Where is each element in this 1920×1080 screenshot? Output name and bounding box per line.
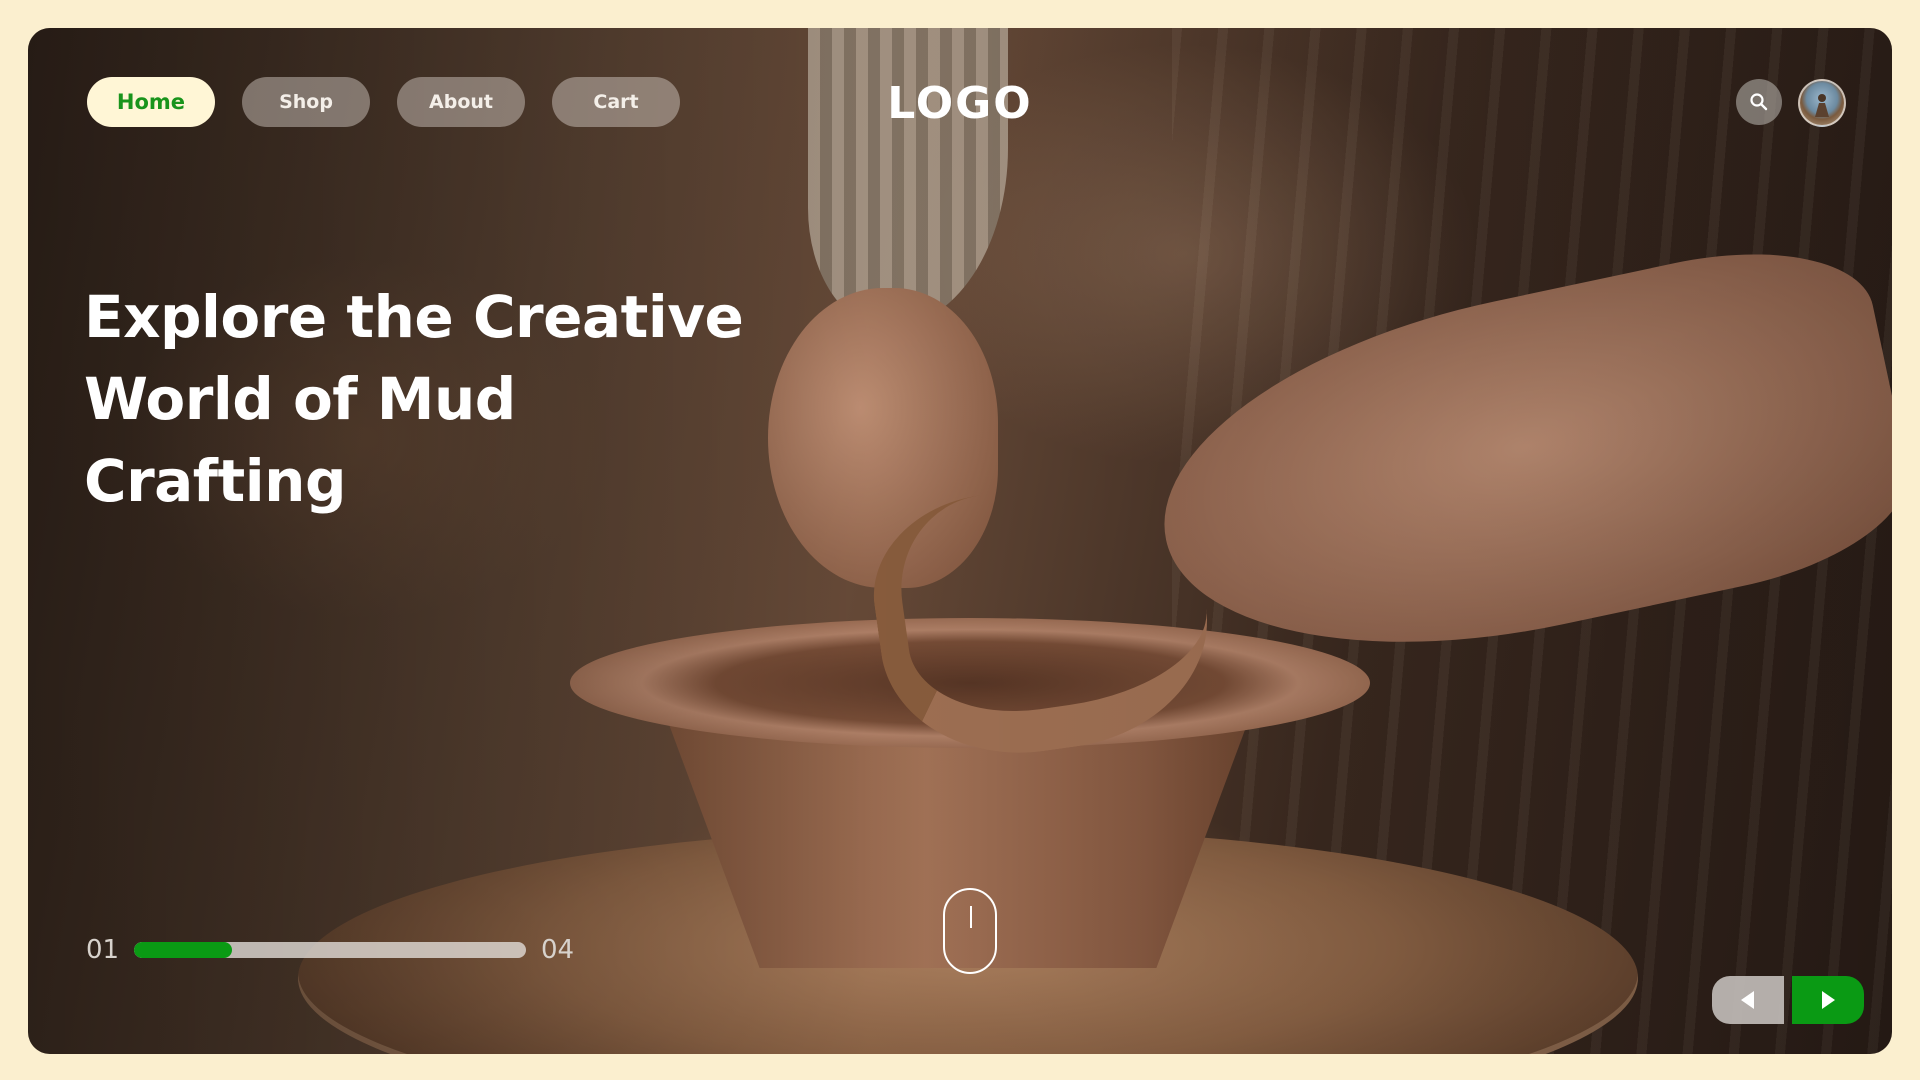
search-button[interactable] xyxy=(1736,79,1782,125)
nav-about[interactable]: About xyxy=(397,77,525,127)
arrow-right-icon xyxy=(1822,991,1835,1009)
slide-total-number: 04 xyxy=(541,935,575,965)
nav-shop[interactable]: Shop xyxy=(242,77,370,127)
user-avatar[interactable] xyxy=(1798,79,1846,127)
nav-cart[interactable]: Cart xyxy=(552,77,680,127)
mouse-scroll-wheel xyxy=(970,906,972,928)
hero-title-line-1: Explore the Creative xyxy=(84,283,744,351)
prev-slide-button[interactable] xyxy=(1712,976,1784,1024)
nav-home[interactable]: Home xyxy=(87,77,215,127)
hero-title-line-3: Crafting xyxy=(84,447,346,515)
hero-title: Explore the Creative World of Mud Crafti… xyxy=(84,276,784,522)
hero-title-line-2: World of Mud xyxy=(84,365,516,433)
search-icon xyxy=(1750,93,1768,111)
slide-progress-fill xyxy=(134,942,232,958)
next-slide-button[interactable] xyxy=(1792,976,1864,1024)
arrow-left-icon xyxy=(1741,991,1754,1009)
logo[interactable]: LOGO xyxy=(870,78,1050,129)
slide-current-number: 01 xyxy=(86,935,120,965)
avatar-figure-icon xyxy=(1815,94,1829,117)
mouse-scroll-icon[interactable] xyxy=(943,888,997,974)
slide-progress-bar xyxy=(134,942,526,958)
